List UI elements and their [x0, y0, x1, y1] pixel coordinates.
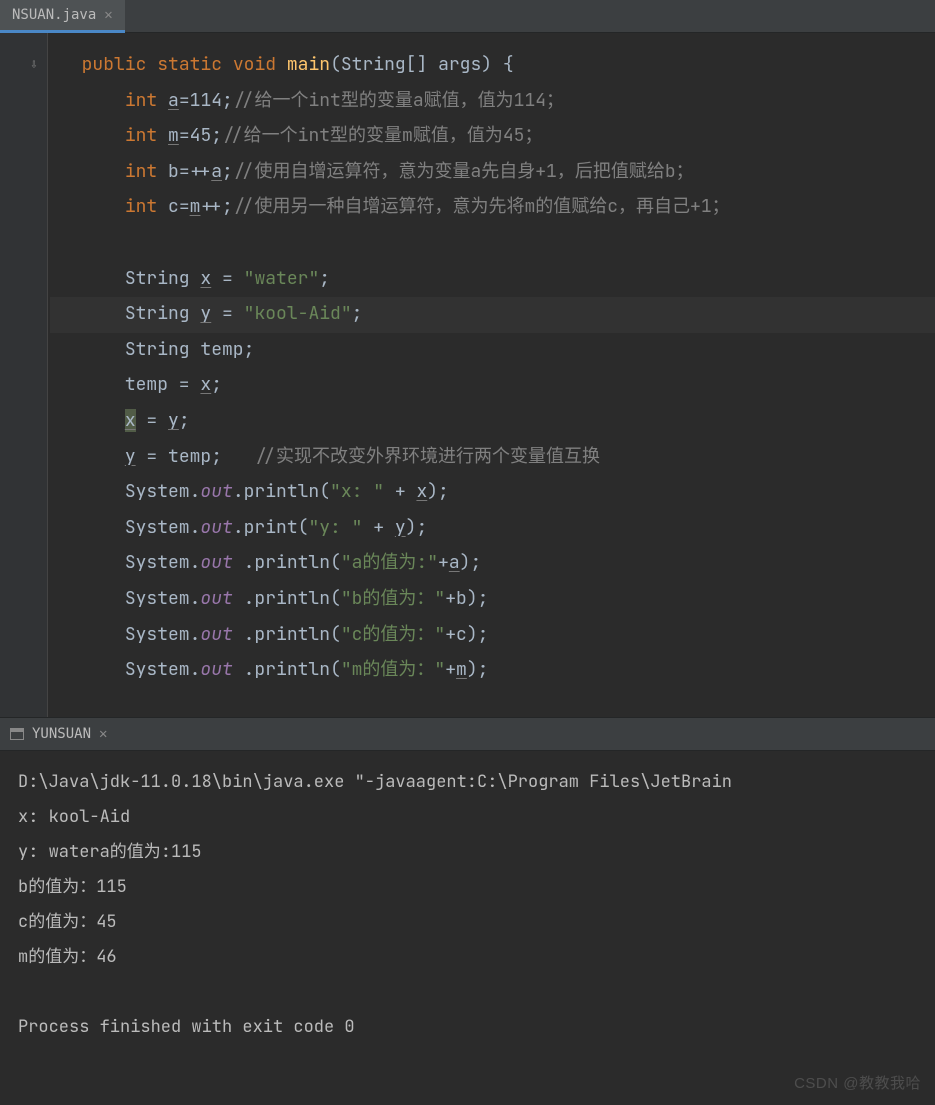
- console-line: c的值为：45: [18, 905, 917, 940]
- file-tab[interactable]: NSUAN.java ✕: [0, 0, 125, 33]
- run-config-icon: [10, 728, 24, 740]
- run-config-label[interactable]: YUNSUAN: [32, 726, 91, 742]
- close-icon[interactable]: ✕: [104, 7, 112, 23]
- code-editor[interactable]: ⇩ public static void main(String[] args)…: [0, 33, 935, 717]
- close-icon[interactable]: ✕: [99, 726, 107, 742]
- file-tab-label: NSUAN.java: [12, 7, 96, 23]
- run-console-header: YUNSUAN ✕: [0, 717, 935, 751]
- console-line: x: kool-Aid: [18, 800, 917, 835]
- console-line: D:\Java\jdk-11.0.18\bin\java.exe "-javaa…: [18, 765, 917, 800]
- console-line: [18, 975, 917, 1010]
- run-console[interactable]: D:\Java\jdk-11.0.18\bin\java.exe "-javaa…: [0, 751, 935, 1105]
- console-line: m的值为：46: [18, 940, 917, 975]
- console-line: Process finished with exit code 0: [18, 1010, 917, 1045]
- console-line: y: watera的值为:115: [18, 835, 917, 870]
- console-line: b的值为：115: [18, 870, 917, 905]
- editor-tab-bar: NSUAN.java ✕: [0, 0, 935, 33]
- code-content: public static void main(String[] args) {…: [0, 33, 935, 688]
- watermark-text: CSDN @教教我哈: [794, 1072, 921, 1093]
